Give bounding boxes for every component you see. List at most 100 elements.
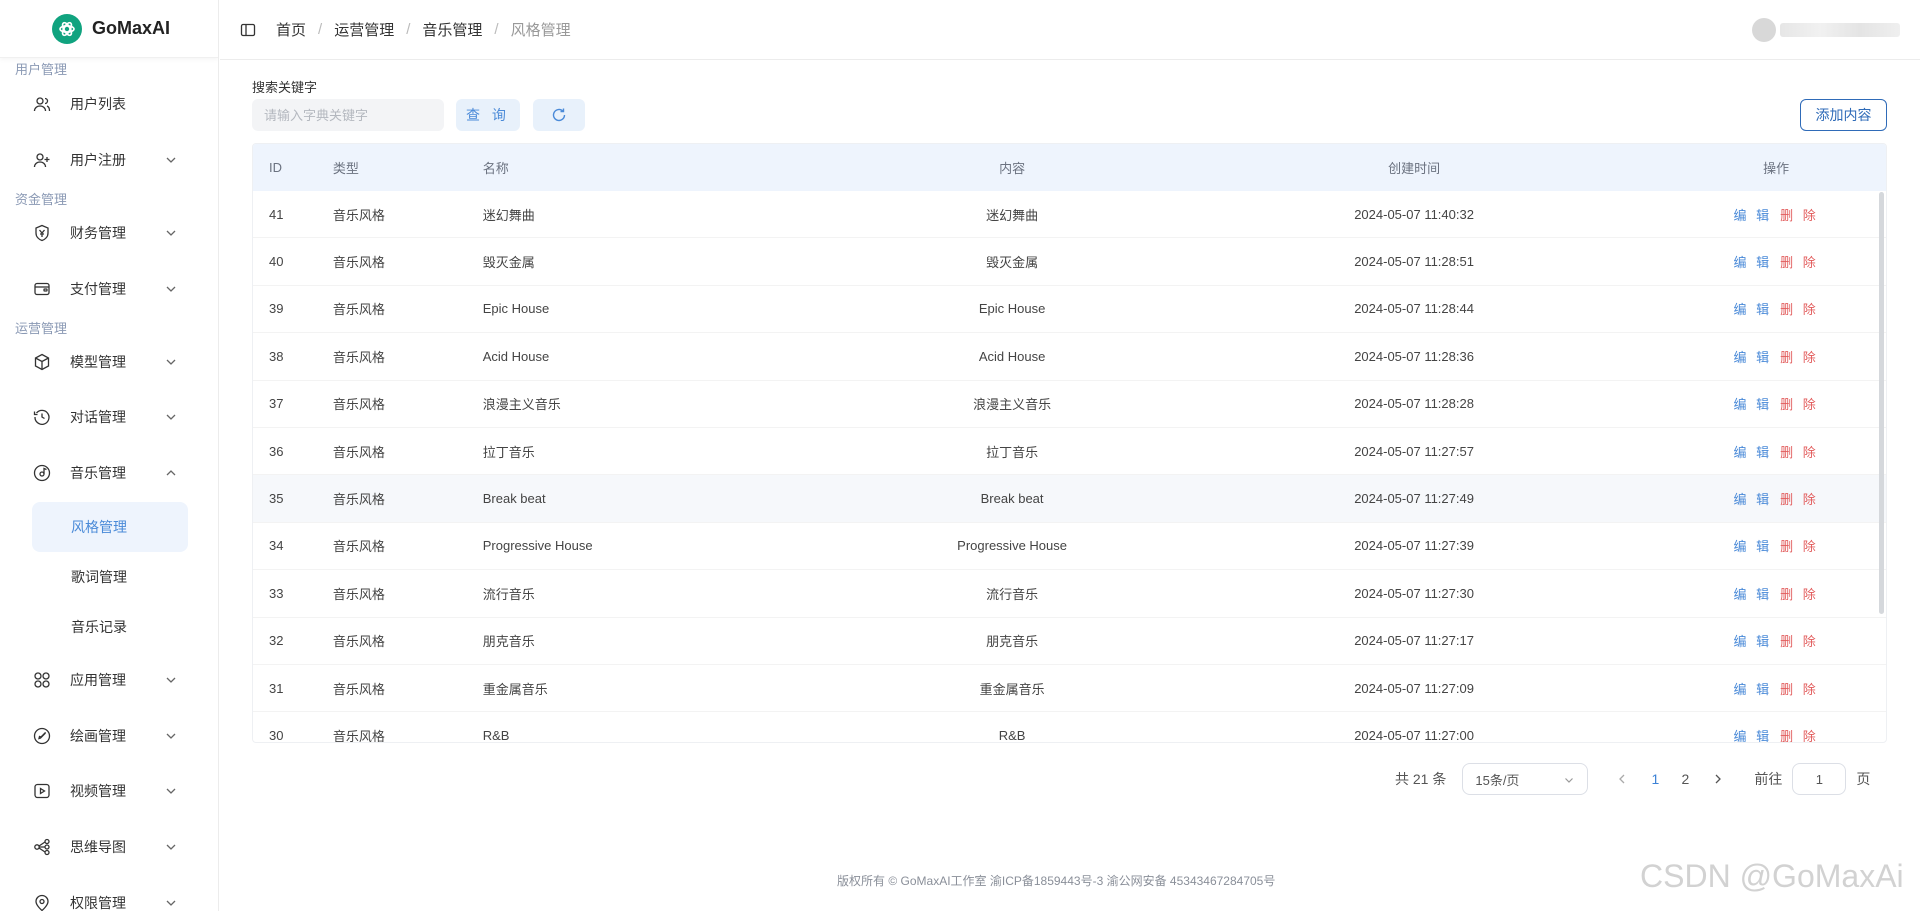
user-menu[interactable]: [1752, 18, 1900, 42]
table-row: 34 音乐风格 Progressive House Progressive House…: [253, 523, 1886, 571]
users-icon: [32, 94, 52, 114]
cell-id: 34: [269, 538, 284, 554]
edit-button[interactable]: 编 辑: [1734, 729, 1773, 742]
cell-type: 音乐风格: [332, 349, 385, 365]
cell-name: Break beat: [482, 491, 546, 507]
delete-button[interactable]: 删 除: [1780, 729, 1819, 742]
table-scrollbar[interactable]: [1879, 192, 1884, 614]
sidebar-item-label: 模型管理: [70, 354, 126, 370]
refresh-button[interactable]: [533, 99, 585, 131]
edit-button[interactable]: 编 辑: [1734, 255, 1773, 270]
chevron-down-icon: [166, 414, 176, 420]
search-label: 搜索关键字: [252, 80, 318, 95]
sidebar-item-chat[interactable]: 对话管理: [32, 397, 188, 437]
breadcrumb-home[interactable]: 首页: [276, 19, 306, 40]
breadcrumb-separator: /: [318, 21, 323, 38]
cell-created-time: 2024-05-07 11:27:39: [1354, 538, 1474, 554]
column-header-name: 名称: [482, 161, 509, 176]
delete-button[interactable]: 删 除: [1780, 397, 1819, 412]
cell-actions: 编 辑删 除: [1666, 205, 1886, 224]
edit-button[interactable]: 编 辑: [1734, 634, 1773, 649]
cell-id: 36: [269, 443, 284, 459]
breadcrumb: 首页 / 运营管理 / 音乐管理 / 风格管理: [276, 19, 571, 40]
goto-page-input[interactable]: [1792, 763, 1847, 795]
edit-button[interactable]: 编 辑: [1734, 539, 1773, 554]
sidebar-item-mindmap[interactable]: 思维导图: [32, 827, 188, 867]
cell-name: 拉丁音乐: [482, 444, 535, 460]
delete-button[interactable]: 删 除: [1780, 587, 1819, 602]
cell-actions: 编 辑删 除: [1666, 726, 1886, 742]
delete-button[interactable]: 删 除: [1780, 208, 1819, 223]
sidebar-item-label: 用户列表: [70, 96, 126, 112]
page-number[interactable]: 1: [1644, 771, 1666, 787]
sidebar-item-drawing[interactable]: 绘画管理: [32, 716, 188, 756]
delete-button[interactable]: 删 除: [1780, 539, 1819, 554]
cell-content: 朋克音乐: [986, 634, 1039, 650]
sidebar-item-label: 思维导图: [70, 839, 126, 855]
sidebar-item-music[interactable]: 音乐管理: [32, 453, 188, 493]
cell-type: 音乐风格: [332, 302, 385, 318]
sidebar-item-permission[interactable]: 权限管理: [32, 883, 188, 911]
group-title-finance: 资金管理: [15, 192, 68, 207]
cell-actions: 编 辑删 除: [1666, 252, 1886, 271]
chat-history-icon: [32, 407, 52, 427]
cell-type: 音乐风格: [332, 634, 385, 650]
breadcrumb-music[interactable]: 音乐管理: [422, 19, 482, 40]
cell-actions: 编 辑删 除: [1666, 536, 1886, 555]
user-name-blurred: [1780, 23, 1900, 37]
cell-content: Epic House: [978, 301, 1046, 317]
column-header-created: 创建时间: [1388, 161, 1441, 176]
sidebar-item-label: 对话管理: [70, 409, 126, 425]
edit-button[interactable]: 编 辑: [1734, 350, 1773, 365]
chevron-left-icon[interactable]: [1614, 771, 1630, 787]
cell-created-time: 2024-05-07 11:28:36: [1354, 348, 1474, 364]
table-row: 33 音乐风格 流行音乐 流行音乐 2024-05-07 11:27:30 编 辑删 除: [253, 570, 1886, 618]
cell-content: R&B: [998, 727, 1026, 743]
sidebar-subitem-records[interactable]: 音乐记录: [32, 602, 188, 652]
delete-button[interactable]: 删 除: [1780, 350, 1819, 365]
chevron-right-icon[interactable]: [1710, 771, 1726, 787]
edit-button[interactable]: 编 辑: [1734, 302, 1773, 317]
add-content-button[interactable]: 添加内容: [1800, 99, 1887, 131]
sidebar-item-finance[interactable]: 财务管理: [32, 213, 188, 253]
page-size-select[interactable]: 15条/页: [1462, 763, 1589, 795]
cell-created-time: 2024-05-07 11:28:44: [1354, 301, 1474, 317]
sidebar-item-user-list[interactable]: 用户列表: [32, 84, 188, 124]
edit-button[interactable]: 编 辑: [1734, 208, 1773, 223]
query-button[interactable]: 查 询: [456, 99, 520, 131]
edit-button[interactable]: 编 辑: [1734, 682, 1773, 697]
delete-button[interactable]: 删 除: [1780, 682, 1819, 697]
cell-id: 35: [269, 491, 284, 507]
cell-content: 重金属音乐: [979, 681, 1045, 697]
edit-button[interactable]: 编 辑: [1734, 397, 1773, 412]
cell-created-time: 2024-05-07 11:27:49: [1354, 491, 1474, 507]
sidebar-item-label: 视频管理: [70, 783, 126, 799]
cell-type: 音乐风格: [332, 681, 385, 697]
sidebar-item-apps[interactable]: 应用管理: [32, 660, 188, 700]
page-number[interactable]: 2: [1674, 771, 1696, 787]
search-input[interactable]: [252, 99, 444, 131]
delete-button[interactable]: 删 除: [1780, 302, 1819, 317]
cell-name: 浪漫主义音乐: [482, 397, 561, 413]
sidebar-subitem-lyrics[interactable]: 歌词管理: [32, 552, 188, 602]
delete-button[interactable]: 删 除: [1780, 634, 1819, 649]
sidebar-item-user-register[interactable]: 用户注册: [32, 140, 188, 180]
sidebar-toggle-icon[interactable]: [240, 22, 256, 38]
logo[interactable]: GoMaxAI: [0, 0, 218, 58]
sidebar-item-video[interactable]: 视频管理: [32, 771, 188, 811]
edit-button[interactable]: 编 辑: [1734, 492, 1773, 507]
delete-button[interactable]: 删 除: [1780, 492, 1819, 507]
breadcrumb-operations[interactable]: 运营管理: [334, 19, 394, 40]
delete-button[interactable]: 删 除: [1780, 445, 1819, 460]
delete-button[interactable]: 删 除: [1780, 255, 1819, 270]
cell-id: 41: [269, 206, 284, 222]
sidebar-item-label: 绘画管理: [70, 728, 126, 744]
app-name: GoMaxAI: [92, 18, 171, 38]
sidebar-item-payment[interactable]: 支付管理: [32, 269, 188, 309]
edit-button[interactable]: 编 辑: [1734, 587, 1773, 602]
sidebar-subitem-style[interactable]: 风格管理: [32, 502, 188, 552]
chevron-down-icon: [166, 157, 176, 163]
cell-content: 流行音乐: [986, 586, 1039, 602]
sidebar-item-model[interactable]: 模型管理: [32, 342, 188, 382]
edit-button[interactable]: 编 辑: [1734, 445, 1773, 460]
